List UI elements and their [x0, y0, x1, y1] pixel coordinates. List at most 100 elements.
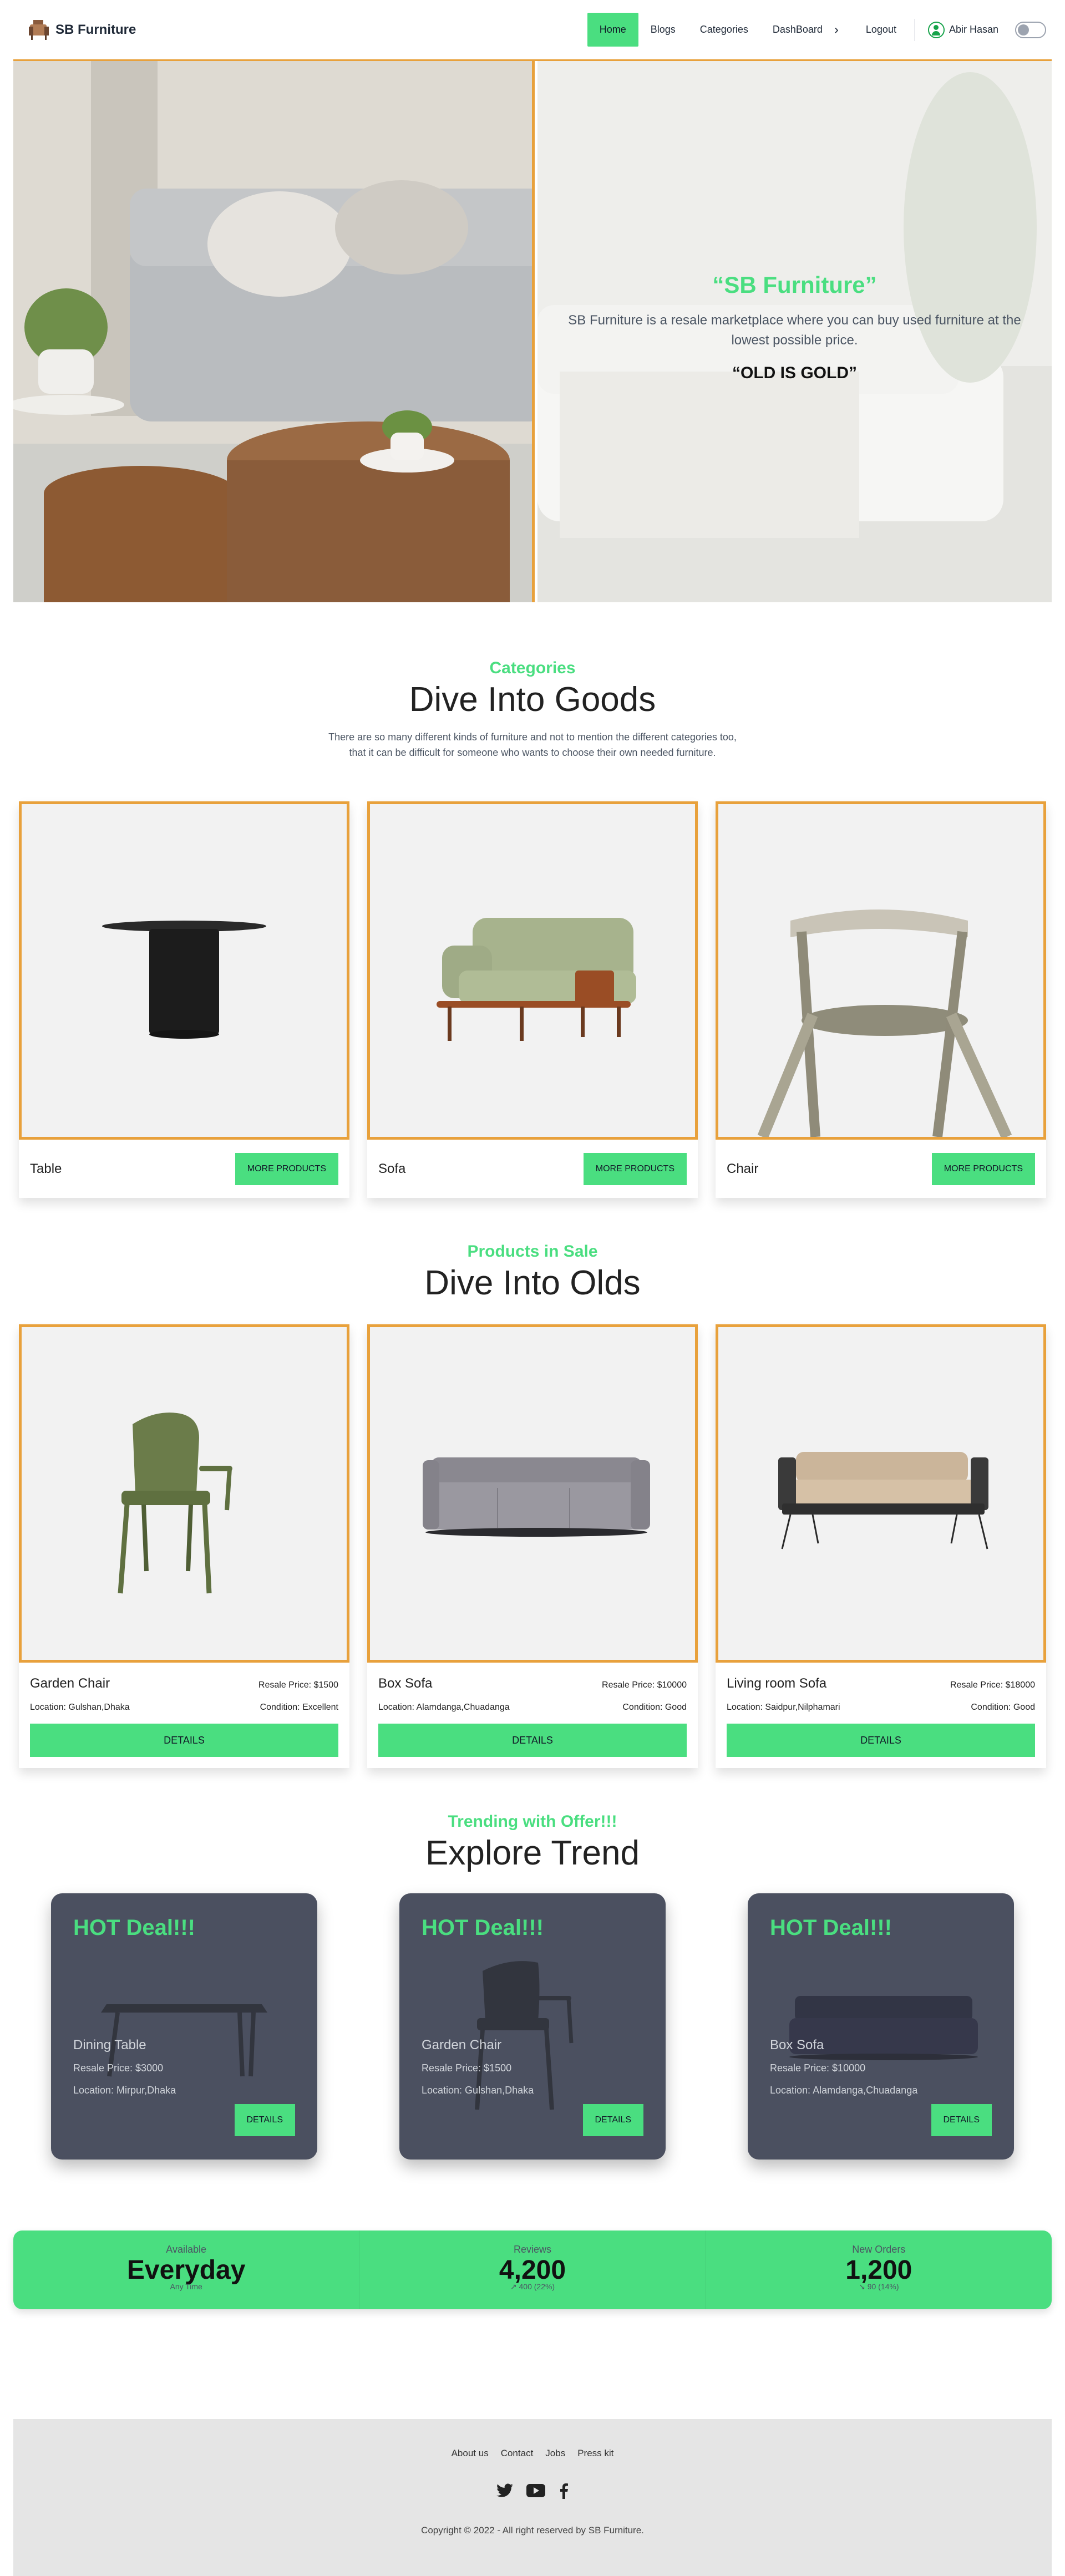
category-footer: Chair MORE PRODUCTS	[716, 1140, 1046, 1198]
user-profile[interactable]: Abir Hasan	[920, 21, 1006, 38]
products-title: Dive Into Olds	[424, 1264, 641, 1302]
hero-description: SB Furniture is a resale marketplace whe…	[568, 313, 1021, 348]
product-price: Resale Price: $10000	[602, 1680, 687, 1690]
details-button[interactable]: DETAILS	[727, 1724, 1035, 1757]
product-condition: Condition: Good	[622, 1703, 687, 1712]
trend-title: Explore Trend	[425, 1834, 640, 1872]
nav-categories[interactable]: Categories	[688, 13, 760, 47]
stat-value: 1,200	[845, 2255, 912, 2285]
product-info: Garden Chair Resale Price: $1500 Locatio…	[19, 1663, 349, 1713]
hero-motto: “OLD IS GOLD”	[732, 364, 857, 382]
details-button[interactable]: DETAILS	[234, 2104, 295, 2136]
footer-link-jobs[interactable]: Jobs	[545, 2448, 565, 2459]
product-name: Garden Chair	[30, 1676, 110, 1691]
categories-description-line2: that it can be difficult for someone who…	[349, 747, 716, 758]
stat-reviews: Reviews 4,200 ↗︎ 400 (22%)	[359, 2230, 705, 2309]
products-subtitle: Products in Sale	[467, 1242, 598, 1261]
trend-heading: Trending with Offer!!! Explore Trend	[0, 1812, 1065, 1873]
stat-desc: ↘︎ 90 (14%)	[859, 2282, 899, 2291]
trend-location: Location: Alamdanga,Chuadanga	[770, 2085, 918, 2096]
category-card-sofa: Sofa MORE PRODUCTS	[367, 801, 698, 1198]
stat-title: Available	[166, 2244, 207, 2255]
product-price: Resale Price: $18000	[950, 1680, 1035, 1690]
more-products-button[interactable]: MORE PRODUCTS	[583, 1152, 687, 1185]
nav-dashboard[interactable]: DashBoard	[760, 13, 835, 47]
hot-deal-label: HOT Deal!!!	[770, 1916, 892, 1940]
footer: About us Contact Jobs Press kit Copyrigh…	[13, 2419, 1052, 2576]
hero-image-left	[13, 61, 535, 602]
trend-card: HOT Deal!!! Box Sofa Resale Price: $1000…	[748, 1893, 1014, 2160]
trend-name: Box Sofa	[770, 2038, 824, 2052]
stat-new-orders: New Orders 1,200 ↘︎ 90 (14%)	[705, 2230, 1052, 2309]
footer-link-contact[interactable]: Contact	[501, 2448, 534, 2459]
footer-link-press-kit[interactable]: Press kit	[577, 2448, 613, 2459]
trend-location: Location: Mirpur,Dhaka	[73, 2085, 176, 2096]
category-name: Table	[30, 1161, 62, 1176]
product-location: Location: Saidpur,Nilphamari	[727, 1703, 840, 1712]
product-image-garden-chair	[19, 1324, 349, 1663]
chevron-right-icon[interactable]: ›	[831, 22, 841, 38]
youtube-icon[interactable]	[526, 2484, 545, 2500]
trend-card: HOT Deal!!! Garden Chair Resale Price: $…	[399, 1893, 666, 2160]
stat-title: New Orders	[852, 2244, 906, 2255]
details-button[interactable]: DETAILS	[931, 2104, 992, 2136]
categories-description-line1: There are so many different kinds of fur…	[328, 731, 737, 743]
stat-title: Reviews	[513, 2244, 551, 2255]
category-footer: Sofa MORE PRODUCTS	[367, 1140, 698, 1198]
trend-price: Resale Price: $3000	[73, 2062, 164, 2074]
brand-name: SB Furniture	[55, 22, 136, 37]
category-footer: Table MORE PRODUCTS	[19, 1140, 349, 1198]
product-location: Location: Alamdanga,Chuadanga	[378, 1703, 510, 1712]
details-button[interactable]: DETAILS	[30, 1724, 338, 1757]
navbar: SB Furniture Home Blogs Categories DashB…	[13, 0, 1052, 61]
footer-links: About us Contact Jobs Press kit	[13, 2448, 1052, 2459]
details-button[interactable]: DETAILS	[582, 2104, 643, 2136]
nav-blogs[interactable]: Blogs	[638, 13, 688, 47]
product-image-living-room-sofa	[716, 1324, 1046, 1663]
stat-available: Available Everyday Any Time	[13, 2230, 359, 2309]
product-card: Living room Sofa Resale Price: $18000 Lo…	[716, 1324, 1046, 1768]
trend-location: Location: Gulshan,Dhaka	[422, 2085, 534, 2096]
logout-button[interactable]: Logout	[854, 13, 909, 47]
product-name: Living room Sofa	[727, 1676, 827, 1691]
product-card: Box Sofa Resale Price: $10000 Location: …	[367, 1324, 698, 1768]
products-heading: Products in Sale Dive Into Olds	[0, 1242, 1065, 1303]
user-name: Abir Hasan	[949, 24, 998, 35]
page: SB Furniture Home Blogs Categories DashB…	[0, 0, 1065, 2576]
trend-price: Resale Price: $10000	[770, 2062, 866, 2074]
hero-banner: “SB Furniture” SB Furniture is a resale …	[13, 61, 1052, 602]
more-products-button[interactable]: MORE PRODUCTS	[931, 1152, 1035, 1185]
hot-deal-label: HOT Deal!!!	[73, 1916, 195, 1940]
trend-name: Dining Table	[73, 2038, 146, 2052]
hero-title: “SB Furniture”	[712, 272, 877, 298]
categories-title: Dive Into Goods	[409, 680, 656, 719]
category-name: Sofa	[378, 1161, 406, 1176]
product-image-box-sofa	[367, 1324, 698, 1663]
nav-home[interactable]: Home	[587, 13, 638, 47]
trend-subtitle: Trending with Offer!!!	[448, 1812, 617, 1831]
categories-subtitle: Categories	[489, 659, 576, 677]
theme-toggle[interactable]	[1015, 21, 1046, 38]
details-button[interactable]: DETAILS	[378, 1724, 687, 1757]
footer-link-about[interactable]: About us	[452, 2448, 489, 2459]
trend-price: Resale Price: $1500	[422, 2062, 512, 2074]
stat-desc: ↗︎ 400 (22%)	[510, 2282, 555, 2291]
facebook-icon[interactable]	[559, 2482, 569, 2502]
user-avatar-icon	[927, 21, 945, 38]
product-price: Resale Price: $1500	[258, 1680, 338, 1690]
hot-deal-label: HOT Deal!!!	[422, 1916, 544, 1940]
product-info: Box Sofa Resale Price: $10000 Location: …	[367, 1663, 698, 1713]
product-condition: Condition: Good	[971, 1703, 1035, 1712]
stats-bar: Available Everyday Any Time Reviews 4,20…	[13, 2230, 1052, 2309]
nav-links: Home Blogs Categories DashBoard › Logout…	[587, 13, 1046, 47]
category-image-chair	[716, 801, 1046, 1140]
categories-description: There are so many different kinds of fur…	[0, 729, 1065, 760]
brand[interactable]: SB Furniture	[28, 19, 136, 41]
product-name: Box Sofa	[378, 1676, 433, 1691]
stat-value: 4,200	[499, 2255, 566, 2285]
twitter-icon[interactable]	[496, 2483, 513, 2501]
trend-card: HOT Deal!!! Dining Table Resale Price: $…	[51, 1893, 317, 2160]
category-image-table	[19, 801, 349, 1140]
hero-text: “SB Furniture” SB Furniture is a resale …	[537, 272, 1052, 383]
more-products-button[interactable]: MORE PRODUCTS	[235, 1152, 338, 1185]
